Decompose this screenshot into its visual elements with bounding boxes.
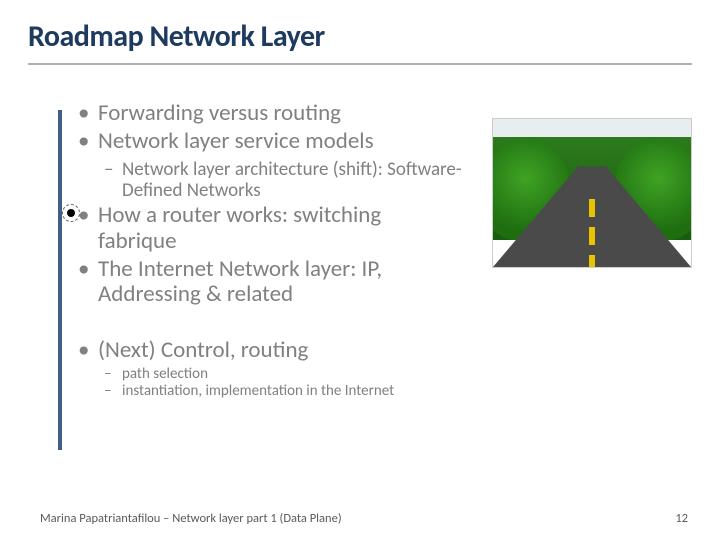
subbullet-path-selection: path selection (78, 366, 462, 384)
slide: Roadmap Network Layer Forwarding versus … (0, 0, 720, 540)
content-area: Forwarding versus routing Network layer … (78, 101, 692, 401)
subbullet-sdn: Network layer architecture (shift): Soft… (78, 159, 462, 202)
slide-title: Roadmap Network Layer (28, 18, 692, 55)
subbullet-instantiation: instantiation, implementation in the Int… (78, 383, 462, 401)
page-number: 12 (675, 511, 688, 526)
bullet-router-works: How a router works: switching fabrique (78, 203, 462, 255)
title-underline (28, 63, 692, 65)
bullet-internet-layer: The Internet Network layer: IP, Addressi… (78, 257, 462, 309)
bullet-next-control: (Next) Control, routing (78, 338, 462, 364)
bullet-forwarding-vs-routing: Forwarding versus routing (78, 101, 462, 127)
footer-text: Marina Papatriantafilou – Network layer … (40, 511, 342, 526)
vertical-accent-bar (58, 110, 62, 450)
footer: Marina Papatriantafilou – Network layer … (0, 511, 720, 526)
bullet-service-models: Network layer service models (78, 129, 462, 155)
